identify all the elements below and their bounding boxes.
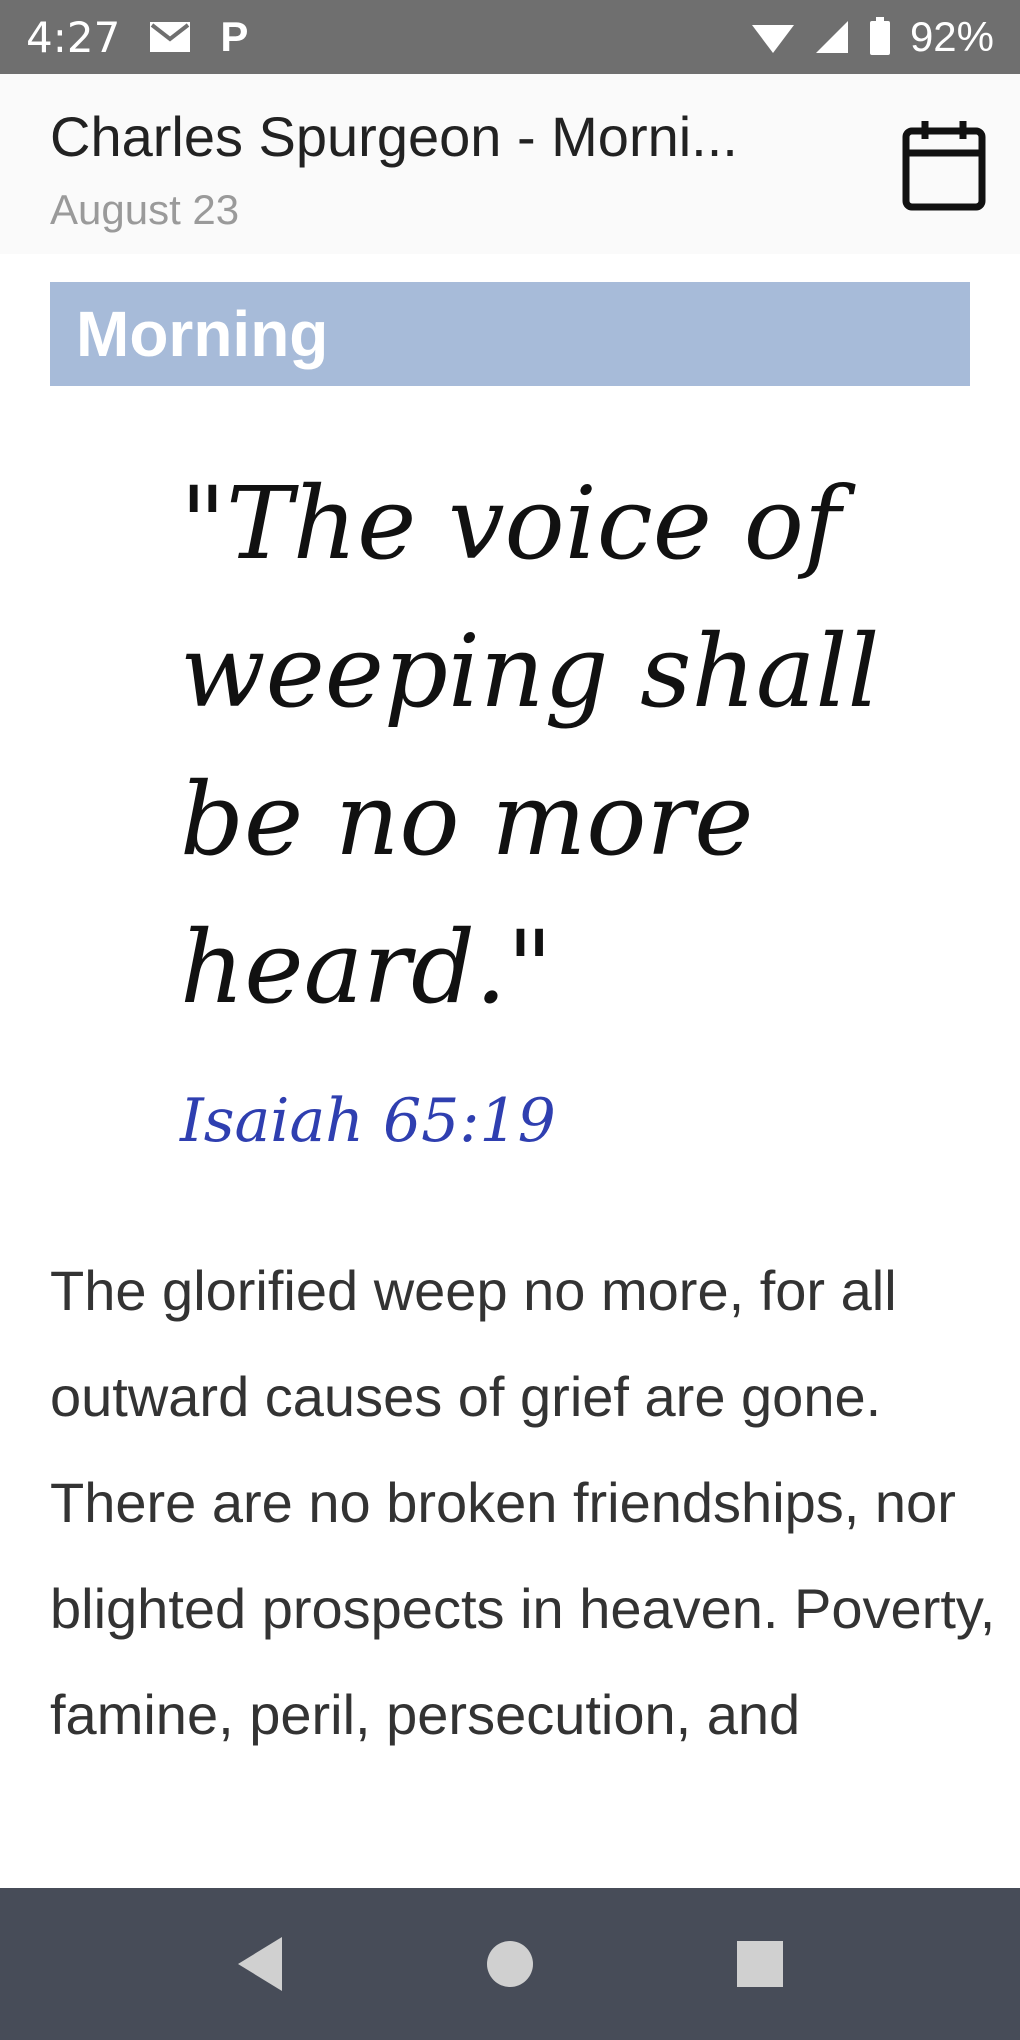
p-icon: P <box>220 13 249 60</box>
page-date: August 23 <box>50 186 240 233</box>
navigation-bar <box>0 1888 1020 2040</box>
page-title: Charles Spurgeon - Morni... <box>50 105 738 168</box>
home-button[interactable] <box>450 1904 570 2024</box>
calendar-icon <box>902 121 986 211</box>
scripture-reference-link[interactable]: Isaiah 65:19 <box>180 1086 556 1156</box>
verse-text: "The voice of weeping shall be no more h… <box>180 465 880 1026</box>
section-title: Morning <box>76 298 329 370</box>
devotional-body: The glorified weep no more, for all outw… <box>50 1259 996 1746</box>
mail-icon <box>148 20 192 54</box>
back-button[interactable] <box>200 1904 320 2024</box>
section-banner: Morning <box>50 282 970 386</box>
status-left: 4:27 P <box>26 13 248 62</box>
back-triangle-icon <box>238 1937 282 1991</box>
recents-button[interactable] <box>700 1904 820 2024</box>
wifi-icon <box>750 19 796 55</box>
recents-square-icon <box>737 1941 783 1987</box>
app-bar: Charles Spurgeon - Morni... August 23 <box>0 74 1020 254</box>
status-bar: 4:27 P 92% <box>0 0 1020 74</box>
calendar-button[interactable] <box>896 114 992 218</box>
status-right: 92% <box>750 13 994 61</box>
battery-icon <box>868 17 892 57</box>
status-time: 4:27 <box>26 12 121 62</box>
signal-icon <box>814 19 850 55</box>
battery-percent: 92% <box>909 13 994 60</box>
home-circle-icon <box>487 1941 533 1987</box>
